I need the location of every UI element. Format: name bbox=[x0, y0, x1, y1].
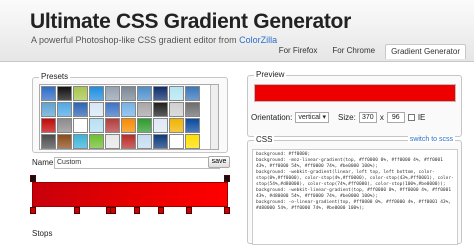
chevron-down-icon: ▾ bbox=[322, 114, 327, 121]
css-panel: CSS switch to scss background: #ff0000; … bbox=[247, 135, 462, 245]
preset-swatch[interactable] bbox=[137, 118, 152, 133]
preset-swatch[interactable] bbox=[121, 102, 136, 117]
stops-label: Stops bbox=[32, 229, 53, 238]
preset-swatch[interactable] bbox=[89, 118, 104, 133]
color-stop[interactable] bbox=[224, 207, 230, 214]
preset-swatch[interactable] bbox=[153, 102, 168, 117]
preset-swatch[interactable] bbox=[41, 118, 56, 133]
tab-chrome[interactable]: For Chrome bbox=[327, 44, 380, 59]
preview-label: Preview bbox=[254, 70, 287, 79]
preset-swatch[interactable] bbox=[185, 102, 200, 117]
page-title: Ultimate CSS Gradient Generator bbox=[30, 10, 351, 33]
color-stop[interactable] bbox=[158, 207, 164, 214]
tab-gradient-generator[interactable]: Gradient Generator bbox=[385, 44, 466, 59]
orientation-select[interactable]: vertical ▾ bbox=[295, 112, 330, 123]
orientation-label: Orientation: bbox=[251, 113, 293, 122]
preset-swatch[interactable] bbox=[89, 102, 104, 117]
preset-swatch[interactable] bbox=[169, 102, 184, 117]
name-label: Name: bbox=[32, 158, 56, 167]
opacity-stop[interactable] bbox=[224, 175, 230, 182]
preset-swatch[interactable] bbox=[121, 118, 136, 133]
preview-panel: Preview Orientation: vertical ▾ Size: 37… bbox=[247, 70, 462, 137]
preset-swatch[interactable] bbox=[121, 86, 136, 101]
css-code[interactable]: background: #ff0000; background: -moz-li… bbox=[252, 149, 458, 245]
swatch-grid bbox=[40, 85, 218, 149]
presets-label: Presets bbox=[39, 72, 71, 81]
preset-swatch[interactable] bbox=[41, 86, 56, 101]
main-content: Presets Name: Custom save Stops Preview … bbox=[0, 63, 474, 245]
preset-swatch[interactable] bbox=[153, 118, 168, 133]
color-stop[interactable] bbox=[30, 207, 36, 214]
preset-swatch[interactable] bbox=[137, 86, 152, 101]
preset-swatch[interactable] bbox=[73, 102, 88, 117]
preset-swatch[interactable] bbox=[57, 86, 72, 101]
tab-firefox[interactable]: For Firefox bbox=[274, 44, 323, 59]
preset-swatch[interactable] bbox=[105, 86, 120, 101]
preset-swatch[interactable] bbox=[153, 134, 168, 149]
opacity-stop[interactable] bbox=[30, 175, 36, 182]
preset-swatch[interactable] bbox=[41, 134, 56, 149]
save-button[interactable]: save bbox=[208, 156, 230, 168]
preset-swatch[interactable] bbox=[105, 118, 120, 133]
color-stop[interactable] bbox=[110, 207, 116, 214]
swatch-scrollbar[interactable] bbox=[210, 85, 218, 149]
preset-swatch[interactable] bbox=[169, 86, 184, 101]
preset-swatch[interactable] bbox=[185, 118, 200, 133]
gradient-bar[interactable] bbox=[32, 182, 228, 207]
switch-to-scss-link[interactable]: switch to scss bbox=[407, 136, 455, 143]
preset-swatch[interactable] bbox=[57, 102, 72, 117]
preview-box bbox=[254, 84, 456, 102]
preset-swatch[interactable] bbox=[89, 134, 104, 149]
preset-swatch[interactable] bbox=[73, 134, 88, 149]
color-stop[interactable] bbox=[74, 207, 80, 214]
preset-swatch[interactable] bbox=[57, 118, 72, 133]
orientation-row: Orientation: vertical ▾ Size: 370 x 96 I… bbox=[251, 112, 425, 123]
preset-swatch[interactable] bbox=[137, 102, 152, 117]
presets-panel: Presets bbox=[32, 72, 228, 153]
height-input[interactable]: 96 bbox=[386, 112, 405, 123]
name-input[interactable]: Custom bbox=[54, 157, 220, 169]
width-input[interactable]: 370 bbox=[358, 112, 377, 123]
preset-swatch[interactable] bbox=[73, 118, 88, 133]
css-label: CSS bbox=[254, 135, 275, 144]
preset-swatch[interactable] bbox=[89, 86, 104, 101]
preset-swatch[interactable] bbox=[73, 86, 88, 101]
preset-swatch[interactable] bbox=[185, 134, 200, 149]
preset-swatch[interactable] bbox=[57, 134, 72, 149]
ie-checkbox[interactable] bbox=[407, 114, 415, 121]
preset-swatch[interactable] bbox=[153, 86, 168, 101]
colorzilla-link[interactable]: ColorZilla bbox=[239, 35, 277, 45]
gradient-editor bbox=[30, 175, 230, 218]
preset-swatch[interactable] bbox=[169, 134, 184, 149]
preset-swatch[interactable] bbox=[137, 134, 152, 149]
ie-label: IE bbox=[417, 113, 426, 122]
subtitle-text: A powerful Photoshop-like CSS gradient e… bbox=[31, 35, 237, 45]
size-label: Size: bbox=[338, 113, 356, 122]
orientation-value: vertical bbox=[298, 114, 321, 121]
preset-swatch[interactable] bbox=[169, 118, 184, 133]
page-subtitle: A powerful Photoshop-like CSS gradient e… bbox=[31, 35, 277, 45]
app-header: Ultimate CSS Gradient Generator A powerf… bbox=[0, 0, 474, 62]
preset-swatch[interactable] bbox=[105, 134, 120, 149]
preset-swatch[interactable] bbox=[121, 134, 136, 149]
tab-bar: For Firefox For Chrome Gradient Generato… bbox=[274, 44, 466, 59]
preset-swatch[interactable] bbox=[41, 102, 56, 117]
preset-swatch[interactable] bbox=[105, 102, 120, 117]
color-stop[interactable] bbox=[134, 207, 140, 214]
preset-swatches bbox=[39, 84, 219, 150]
color-stop[interactable] bbox=[186, 207, 192, 214]
size-x: x bbox=[379, 113, 384, 122]
preset-swatch[interactable] bbox=[185, 86, 200, 101]
name-row: Name: Custom save bbox=[32, 156, 230, 170]
